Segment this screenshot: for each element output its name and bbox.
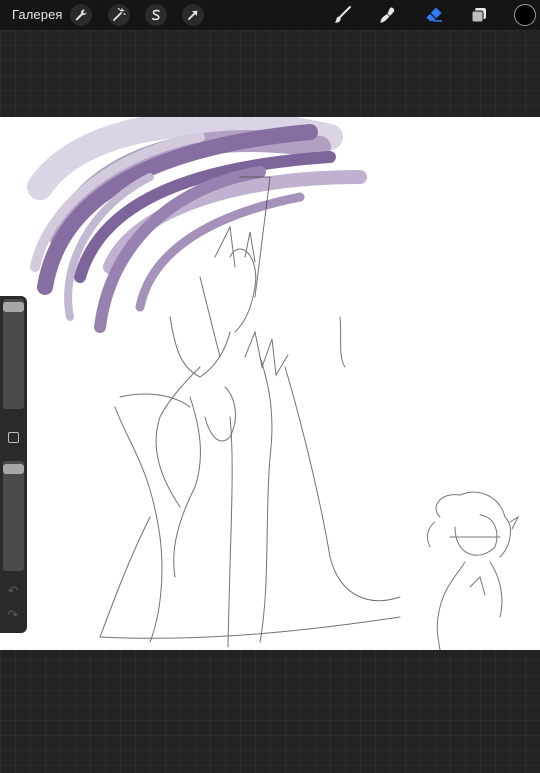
- brush-size-slider[interactable]: [3, 299, 24, 409]
- modify-button[interactable]: [8, 432, 19, 443]
- brush-icon[interactable]: [332, 4, 354, 26]
- redo-icon[interactable]: ↷: [6, 608, 20, 622]
- gallery-button[interactable]: Галерея: [12, 7, 63, 23]
- drawing-canvas[interactable]: [0, 117, 540, 650]
- sketch-artwork: [27, 117, 520, 650]
- top-toolbar: Галерея: [0, 0, 540, 30]
- actions-wrench-icon[interactable]: [70, 4, 92, 26]
- adjustments-wand-icon[interactable]: [108, 4, 130, 26]
- smudge-icon[interactable]: [378, 4, 400, 26]
- eraser-icon[interactable]: [423, 4, 445, 26]
- opacity-thumb[interactable]: [3, 464, 24, 474]
- brush-size-thumb[interactable]: [3, 302, 24, 312]
- transform-arrow-icon[interactable]: [182, 4, 204, 26]
- layers-icon[interactable]: [468, 4, 490, 26]
- sidebar: ↶ ↷: [0, 296, 27, 633]
- undo-icon[interactable]: ↶: [6, 584, 20, 598]
- opacity-slider[interactable]: [3, 461, 24, 571]
- color-swatch[interactable]: [514, 4, 536, 26]
- selection-s-icon[interactable]: [145, 4, 167, 26]
